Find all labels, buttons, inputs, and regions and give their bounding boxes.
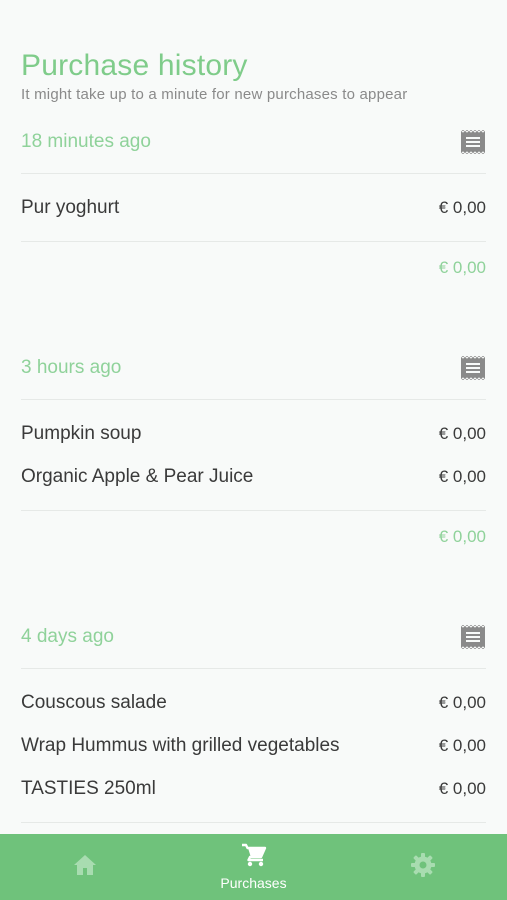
group-time: 3 hours ago [21, 356, 122, 378]
item-price: € 0,00 [438, 423, 486, 443]
list-item: Wrap Hummus with grilled vegetables € 0,… [21, 724, 486, 767]
group-total: € 0,00 [438, 258, 486, 277]
purchase-group: 3 hours ago Pumpkin soup € 0,00 Organic … [21, 336, 486, 563]
list-item: Pur yoghurt € 0,00 [21, 186, 486, 229]
page-title: Purchase history [21, 49, 248, 82]
group-time: 18 minutes ago [21, 130, 151, 152]
list-item: TASTIES 250ml € 0,00 [21, 767, 486, 810]
tab-settings[interactable] [338, 834, 507, 900]
group-time: 4 days ago [21, 625, 114, 647]
tab-label: Purchases [220, 875, 287, 891]
tab-bar: Purchases [0, 834, 507, 900]
content: Purchase history It might take up to a m… [21, 48, 486, 875]
item-list: Pumpkin soup € 0,00 Organic Apple & Pear… [21, 400, 486, 511]
list-item: Organic Apple & Pear Juice € 0,00 [21, 455, 486, 498]
item-name: Couscous salade [21, 691, 167, 713]
gear-icon [410, 852, 436, 883]
item-name: Pur yoghurt [21, 196, 120, 218]
group-total: € 0,00 [438, 527, 486, 546]
tab-purchases[interactable]: Purchases [169, 834, 338, 900]
item-list: Pur yoghurt € 0,00 [21, 174, 486, 242]
item-name: TASTIES 250ml [21, 777, 156, 799]
group-header: 4 days ago [21, 605, 486, 669]
tab-home[interactable] [0, 834, 169, 900]
item-list: Couscous salade € 0,00 Wrap Hummus with … [21, 669, 486, 823]
list-item: Pumpkin soup € 0,00 [21, 412, 486, 455]
item-price: € 0,00 [438, 197, 486, 217]
group-header: 3 hours ago [21, 336, 486, 400]
item-price: € 0,00 [438, 466, 486, 486]
item-name: Pumpkin soup [21, 422, 142, 444]
receipt-icon[interactable] [460, 128, 486, 155]
item-price: € 0,00 [438, 692, 486, 712]
purchase-group: 18 minutes ago Pur yoghurt € 0,00 € 0,00 [21, 110, 486, 294]
receipt-icon[interactable] [460, 354, 486, 381]
home-icon [73, 854, 97, 881]
receipt-icon[interactable] [460, 623, 486, 650]
item-name: Wrap Hummus with grilled vegetables [21, 734, 340, 756]
item-name: Organic Apple & Pear Juice [21, 465, 254, 487]
purchase-history-screen: Purchase history It might take up to a m… [0, 0, 507, 900]
page-subtitle: It might take up to a minute for new pur… [21, 86, 408, 103]
item-price: € 0,00 [438, 778, 486, 798]
list-item: Couscous salade € 0,00 [21, 681, 486, 724]
group-header: 18 minutes ago [21, 110, 486, 174]
cart-icon [241, 843, 267, 872]
item-price: € 0,00 [438, 735, 486, 755]
